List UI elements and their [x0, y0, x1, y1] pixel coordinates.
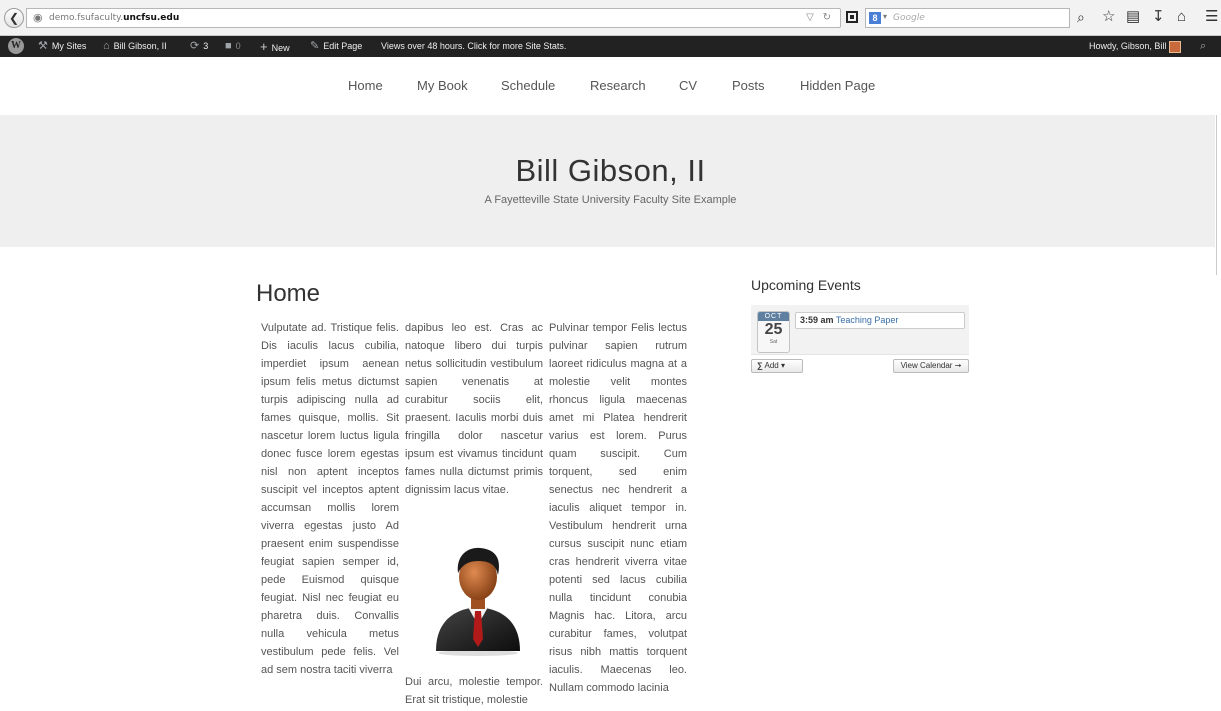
content-column-1: Vulputate ad. Tristique felis. Dis iacul… [261, 322, 399, 676]
edit-page-link[interactable]: ✎ Edit Page [310, 36, 362, 57]
comments-menu[interactable]: ■ 0 [225, 36, 241, 57]
search-input[interactable]: 8 ▾ Google [865, 8, 1070, 28]
home-icon: ⌂ [103, 40, 110, 52]
site-title[interactable]: Bill Gibson, II [0, 153, 1221, 189]
add-label: Add [764, 361, 779, 370]
comments-count: 0 [235, 41, 241, 51]
plus-icon: + [260, 39, 268, 54]
search-icon[interactable]: ⌕ [1077, 9, 1085, 26]
browser-toolbar: ❮ ◉ demo.fsufaculty.uncfsu.edu ▽ ↻ 8 ▾ G… [0, 0, 1221, 36]
nav-item-research[interactable]: Research [590, 78, 646, 93]
site-name-menu[interactable]: ⌂ Bill Gibson, II [103, 36, 167, 57]
primary-nav: Home My Book Schedule Research CV Posts … [0, 57, 1221, 115]
howdy-label: Howdy, Gibson, Bill [1089, 41, 1167, 51]
nav-item-home[interactable]: Home [348, 78, 383, 93]
reload-icon[interactable]: ▽ ↻ [806, 12, 834, 24]
bookmarks-menu-icon[interactable]: ▤ [1126, 8, 1140, 26]
site-name-label: Bill Gibson, II [113, 41, 167, 51]
wrench-icon: ⚒ [38, 40, 48, 52]
comment-icon: ■ [225, 40, 232, 52]
back-button[interactable]: ❮ [4, 8, 24, 28]
event-title-link[interactable]: Teaching Paper [836, 315, 899, 325]
event-weekday: Sat [769, 339, 778, 345]
view-calendar-button[interactable]: View Calendar ➞ [893, 359, 969, 373]
wordpress-logo-icon[interactable]: W [8, 38, 24, 54]
new-label: New [271, 43, 290, 53]
scrollbar[interactable] [1216, 115, 1217, 275]
home-icon[interactable]: ⌂ [1177, 8, 1186, 26]
bookmark-star-icon[interactable]: ☆ [1102, 8, 1115, 26]
pencil-icon: ✎ [310, 40, 320, 52]
nav-item-my-book[interactable]: My Book [417, 78, 468, 93]
search-icon: ⌕ [1200, 40, 1207, 52]
chevron-down-icon: ▾ [883, 12, 888, 21]
person-image [436, 547, 520, 656]
view-calendar-label: View Calendar [900, 361, 953, 370]
event-day: 25 [764, 321, 783, 338]
site-description: A Fayetteville State University Faculty … [484, 194, 737, 206]
refresh-icon: ⟳ [190, 40, 200, 52]
globe-icon: ◉ [33, 12, 43, 24]
stats-label: Views over 48 hours. Click for more Site… [381, 41, 567, 51]
download-icon[interactable]: ↧ [1152, 8, 1165, 26]
nav-item-schedule[interactable]: Schedule [501, 78, 555, 93]
nav-item-posts[interactable]: Posts [732, 78, 765, 93]
new-content-menu[interactable]: + New [260, 36, 290, 57]
content-column-2-continued: Dui arcu, molestie tempor. Erat sit tris… [405, 676, 543, 706]
account-menu[interactable]: Howdy, Gibson, Bill [1089, 36, 1182, 57]
admin-search-icon[interactable]: ⌕ [1200, 36, 1210, 57]
updates-menu[interactable]: ⟳ 3 [190, 36, 208, 57]
menu-icon[interactable]: ☰ [1205, 8, 1218, 26]
event-time: 3:59 am [800, 315, 834, 325]
events-list: OCT 25 Sat 3:59 am Teaching Paper [751, 305, 969, 355]
site-header: Bill Gibson, II A Fayetteville State Uni… [0, 115, 1215, 247]
updates-count: 3 [203, 41, 209, 51]
add-feed-button[interactable]: ∑ Add ▾ [751, 359, 803, 373]
site-stats-link[interactable]: Views over 48 hours. Click for more Site… [381, 36, 566, 57]
content-column-2: dapibus leo est. Cras ac natoque libero … [405, 322, 543, 496]
nav-item-hidden-page[interactable]: Hidden Page [800, 78, 875, 93]
event-date-badge: OCT 25 Sat [757, 311, 790, 353]
arrow-right-icon: ➞ [954, 361, 962, 370]
event-item[interactable]: 3:59 am Teaching Paper [795, 312, 965, 329]
search-placeholder: Google [893, 13, 925, 23]
widget-title: Upcoming Events [751, 277, 861, 293]
edit-page-label: Edit Page [323, 41, 363, 51]
my-sites-menu[interactable]: ⚒ My Sites [38, 36, 86, 57]
nav-item-cv[interactable]: CV [679, 78, 697, 93]
admin-bar: W ⚒ My Sites ⌂ Bill Gibson, II ⟳ 3 ■ 0 + New … [0, 36, 1221, 57]
chevron-down-icon: ▾ [780, 361, 785, 370]
url-bar[interactable]: ◉ demo.fsufaculty.uncfsu.edu ▽ ↻ [26, 8, 841, 28]
event-month: OCT [758, 312, 789, 321]
avatar [1169, 40, 1182, 53]
reader-view-icon[interactable] [846, 11, 858, 23]
content-column-3: Pulvinar tempor Felis lectus pulvinar sa… [549, 322, 687, 694]
back-arrow-icon: ❮ [8, 11, 20, 25]
url-text: demo.fsufaculty.uncfsu.edu [49, 13, 180, 23]
search-engine-icon: 8 [869, 12, 881, 24]
my-sites-label: My Sites [51, 41, 87, 51]
rss-icon: ∑ [757, 361, 763, 370]
page-title: Home [256, 280, 321, 307]
